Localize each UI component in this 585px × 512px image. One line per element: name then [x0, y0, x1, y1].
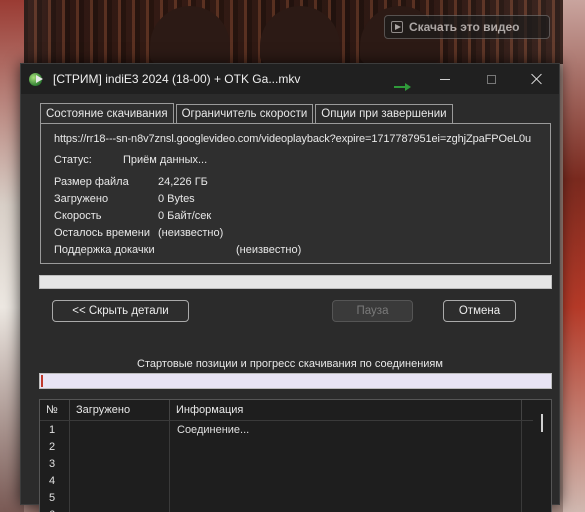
row-info [170, 489, 522, 506]
pause-button[interactable]: Пауза [332, 300, 413, 322]
time-left-label: Осталось времени [54, 227, 151, 239]
status-value: Приём данных... [123, 154, 208, 166]
downloaded-value: 0 Bytes [158, 193, 195, 205]
column-header-info[interactable]: Информация [170, 400, 522, 420]
minimize-button[interactable] [422, 64, 468, 94]
play-icon [391, 21, 403, 33]
row-downloaded [70, 455, 170, 472]
row-number: 4 [40, 472, 70, 489]
connections-progress-bar [39, 373, 552, 389]
status-label: Статус: [54, 154, 92, 166]
close-icon [531, 73, 543, 85]
column-header-downloaded[interactable]: Загружено [70, 400, 170, 420]
row-number: 5 [40, 489, 70, 506]
row-number: 2 [40, 438, 70, 455]
row-info [170, 506, 522, 512]
row-downloaded [70, 472, 170, 489]
scrollbar-thumb[interactable] [541, 414, 543, 432]
resume-support-label: Поддержка докачки [54, 244, 155, 256]
tab-strip: Состояние скачивания Ограничитель скорос… [40, 103, 455, 123]
download-dialog: [СТРИМ] indiE3 2024 (18-00) + OTK Ga...m… [20, 63, 560, 512]
download-video-button[interactable]: Скачать это видео [384, 15, 550, 39]
row-downloaded [70, 421, 170, 438]
idm-app-icon [29, 72, 47, 86]
maximize-icon [486, 74, 496, 84]
table-row[interactable]: 5 [40, 489, 551, 506]
row-number: 1 [40, 421, 70, 438]
table-row[interactable]: 4 [40, 472, 551, 489]
table-row[interactable]: 2 [40, 438, 551, 455]
tab-completion-options[interactable]: Опции при завершении [315, 104, 453, 123]
close-button[interactable] [514, 64, 560, 94]
file-size-value: 24,226 ГБ [158, 176, 208, 188]
tab-download-status[interactable]: Состояние скачивания [40, 103, 174, 123]
hide-details-button[interactable]: << Скрыть детали [52, 300, 189, 322]
table-row[interactable]: 6 [40, 506, 551, 512]
table-row[interactable]: 1 Соединение... [40, 421, 551, 438]
connection-segment [41, 375, 43, 387]
table-body: 1 Соединение... 2 3 4 5 [40, 421, 551, 512]
background-right-edge [563, 0, 585, 512]
row-number: 6 [40, 506, 70, 512]
row-info [170, 472, 522, 489]
minimize-icon [440, 78, 450, 80]
time-left-value: (неизвестно) [158, 227, 224, 239]
row-downloaded [70, 489, 170, 506]
download-arrow-icon [394, 82, 412, 91]
speed-value: 0 Байт/сек [158, 210, 212, 222]
table-scrollbar[interactable] [533, 400, 551, 512]
connections-progress-label: Стартовые позиции и прогресс скачивания … [137, 358, 443, 370]
row-info [170, 438, 522, 455]
tab-speed-limiter[interactable]: Ограничитель скорости [175, 104, 314, 123]
table-row[interactable]: 3 [40, 455, 551, 472]
row-number: 3 [40, 455, 70, 472]
speed-label: Скорость [54, 210, 102, 222]
main-progress-bar [39, 275, 552, 289]
file-size-label: Размер файла [54, 176, 129, 188]
column-header-number[interactable]: № [40, 400, 70, 420]
download-video-label: Скачать это видео [409, 20, 520, 34]
dialog-client-area: Состояние скачивания Ограничитель скорос… [21, 94, 559, 512]
download-url: https://rr18---sn-n8v7znsl.googlevideo.c… [54, 133, 532, 145]
maximize-button[interactable] [468, 64, 514, 94]
resume-support-value: (неизвестно) [236, 244, 302, 256]
row-downloaded [70, 506, 170, 512]
download-status-panel: https://rr18---sn-n8v7znsl.googlevideo.c… [40, 123, 551, 264]
connections-table: № Загружено Информация 1 Соединение... 2… [39, 399, 552, 512]
row-downloaded [70, 438, 170, 455]
cancel-button[interactable]: Отмена [443, 300, 516, 322]
row-info: Соединение... [170, 421, 522, 438]
window-title: [СТРИМ] indiE3 2024 (18-00) + OTK Ga...m… [53, 72, 301, 86]
table-header: № Загружено Информация [40, 400, 551, 421]
downloaded-label: Загружено [54, 193, 109, 205]
row-info [170, 455, 522, 472]
